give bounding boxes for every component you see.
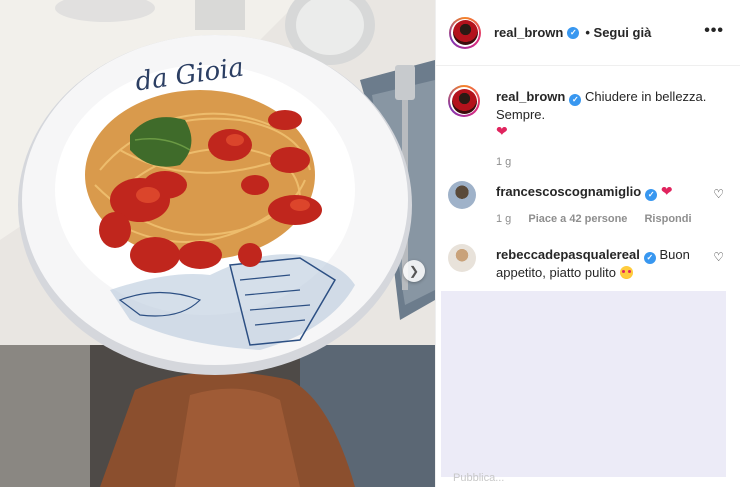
follow-status[interactable]: • Segui già <box>585 25 651 40</box>
heart-eyes-emoji-icon <box>619 265 633 279</box>
post-header: real_brown ✓ • Segui già ••• <box>436 0 740 66</box>
like-heart-icon[interactable]: ♡ <box>713 186 724 203</box>
more-options-icon[interactable]: ••• <box>704 22 724 40</box>
reply-button[interactable]: Rispondi <box>644 213 691 225</box>
caption: real_brown ✓ Chiudere in bellezza. Sempre… <box>448 85 728 171</box>
avatar[interactable] <box>448 85 480 117</box>
avatar[interactable] <box>448 181 476 209</box>
comment-username[interactable]: real_brown <box>496 89 565 104</box>
comment-item: rebeccadepasqualereal ✓ Buon appetito, pi… <box>448 244 728 281</box>
verified-badge-icon: ✓ <box>569 93 582 106</box>
verified-badge-icon: ✓ <box>567 26 580 39</box>
comment-likes[interactable]: Piace a 42 persone <box>528 213 627 225</box>
faded-text: Pubblica... <box>453 472 505 484</box>
comment-username[interactable]: francescoscognamiglio <box>496 184 641 199</box>
like-heart-icon[interactable]: ♡ <box>713 249 724 266</box>
verified-badge-icon: ✓ <box>643 251 656 264</box>
carousel-next-button[interactable]: ❯ <box>403 260 425 282</box>
post-image: da Gioia ❯ <box>0 0 435 487</box>
verified-badge-icon: ✓ <box>645 188 658 201</box>
comment-time[interactable]: 1 g <box>496 213 511 225</box>
comment-item: francescoscognamiglio ✓ ❤ 1 g Piace a 42 … <box>448 181 728 228</box>
avatar[interactable] <box>449 16 481 49</box>
red-heart-emoji-icon: ❤ <box>660 183 673 199</box>
comment-username[interactable]: rebeccadepasqualereal <box>496 247 640 262</box>
overlay-placeholder <box>441 291 726 477</box>
avatar[interactable] <box>448 244 476 272</box>
author-username[interactable]: real_brown <box>494 25 563 40</box>
red-heart-emoji-icon: ❤ <box>496 122 508 139</box>
comment-time[interactable]: 1 g <box>496 156 511 168</box>
